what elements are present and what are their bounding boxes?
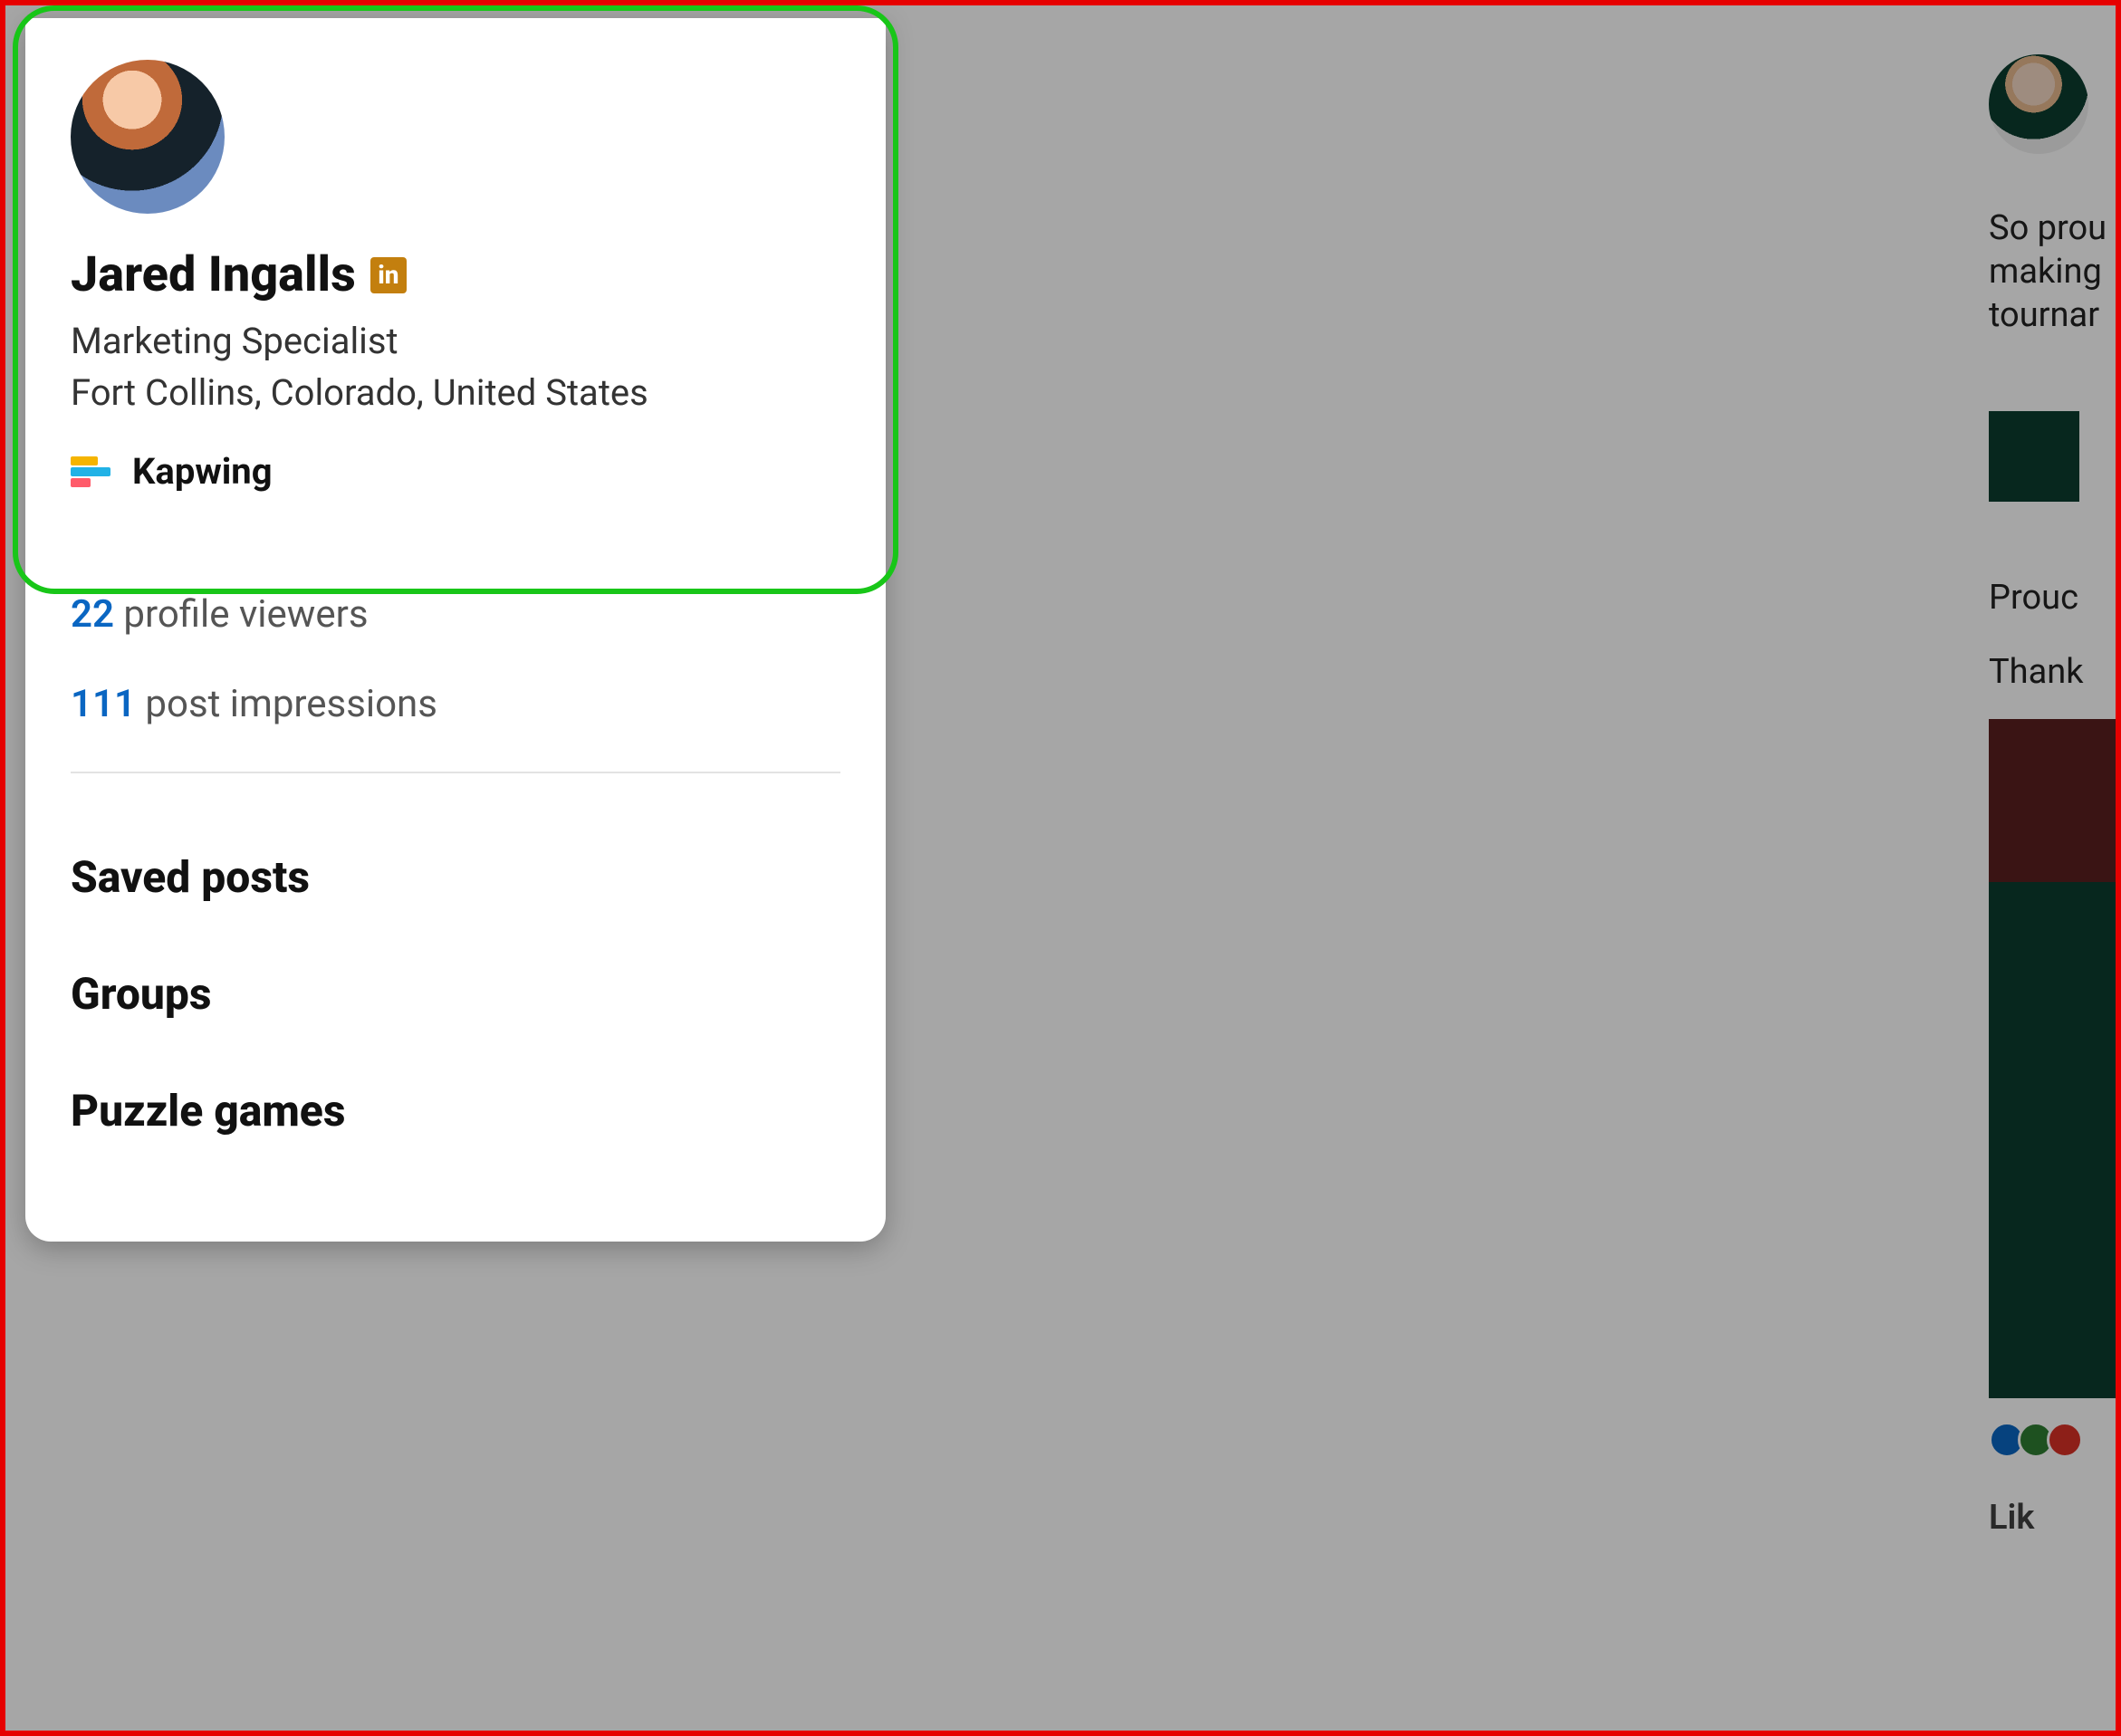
bg-line: making — [1989, 252, 2121, 292]
kapwing-logo-icon — [71, 456, 110, 487]
bg-photo — [1989, 719, 2116, 1398]
popover-name[interactable]: Jared Ingalls — [71, 246, 356, 303]
linkedin-badge-icon: in — [370, 257, 407, 293]
bg-line: So prou — [1989, 208, 2121, 248]
profile-popover: Jared Ingalls in Marketing Specialist Fo… — [25, 18, 886, 1242]
post-impressions-link[interactable]: 111 post impressions — [71, 682, 840, 726]
divider — [71, 772, 840, 773]
menu-puzzle-games[interactable]: Puzzle games — [71, 1052, 840, 1169]
impressions-count: 111 — [71, 682, 136, 726]
reaction-love-icon — [2047, 1422, 2083, 1458]
popover-avatar[interactable] — [71, 60, 225, 214]
bg-line: tournar — [1989, 295, 2121, 335]
bg-like-fragment: Lik — [1989, 1498, 2121, 1538]
company-name: Kapwing — [132, 450, 273, 493]
impressions-label: post impressions — [136, 682, 437, 726]
popover-location: Fort Collins, Colorado, United States — [71, 371, 840, 414]
profile-viewers-link[interactable]: 22 profile viewers — [71, 592, 840, 637]
right-panel: So prou making tournar Prouc Thank Lik — [0, 0, 1025, 1729]
bg-line: Prouc — [1989, 578, 2121, 618]
popover-title: Marketing Specialist — [71, 320, 840, 362]
bg-line: Thank — [1989, 652, 2121, 692]
menu-saved-posts[interactable]: Saved posts — [71, 819, 840, 935]
viewers-label: profile viewers — [114, 592, 369, 637]
bg-org-logo — [1989, 411, 2079, 502]
menu-groups[interactable]: Groups — [71, 935, 840, 1052]
background-feed-strip: So prou making tournar Prouc Thank Lik — [1976, 0, 2121, 1736]
viewers-count: 22 — [71, 592, 114, 637]
bg-author-avatar — [1989, 54, 2088, 154]
popover-company[interactable]: Kapwing — [71, 450, 840, 493]
